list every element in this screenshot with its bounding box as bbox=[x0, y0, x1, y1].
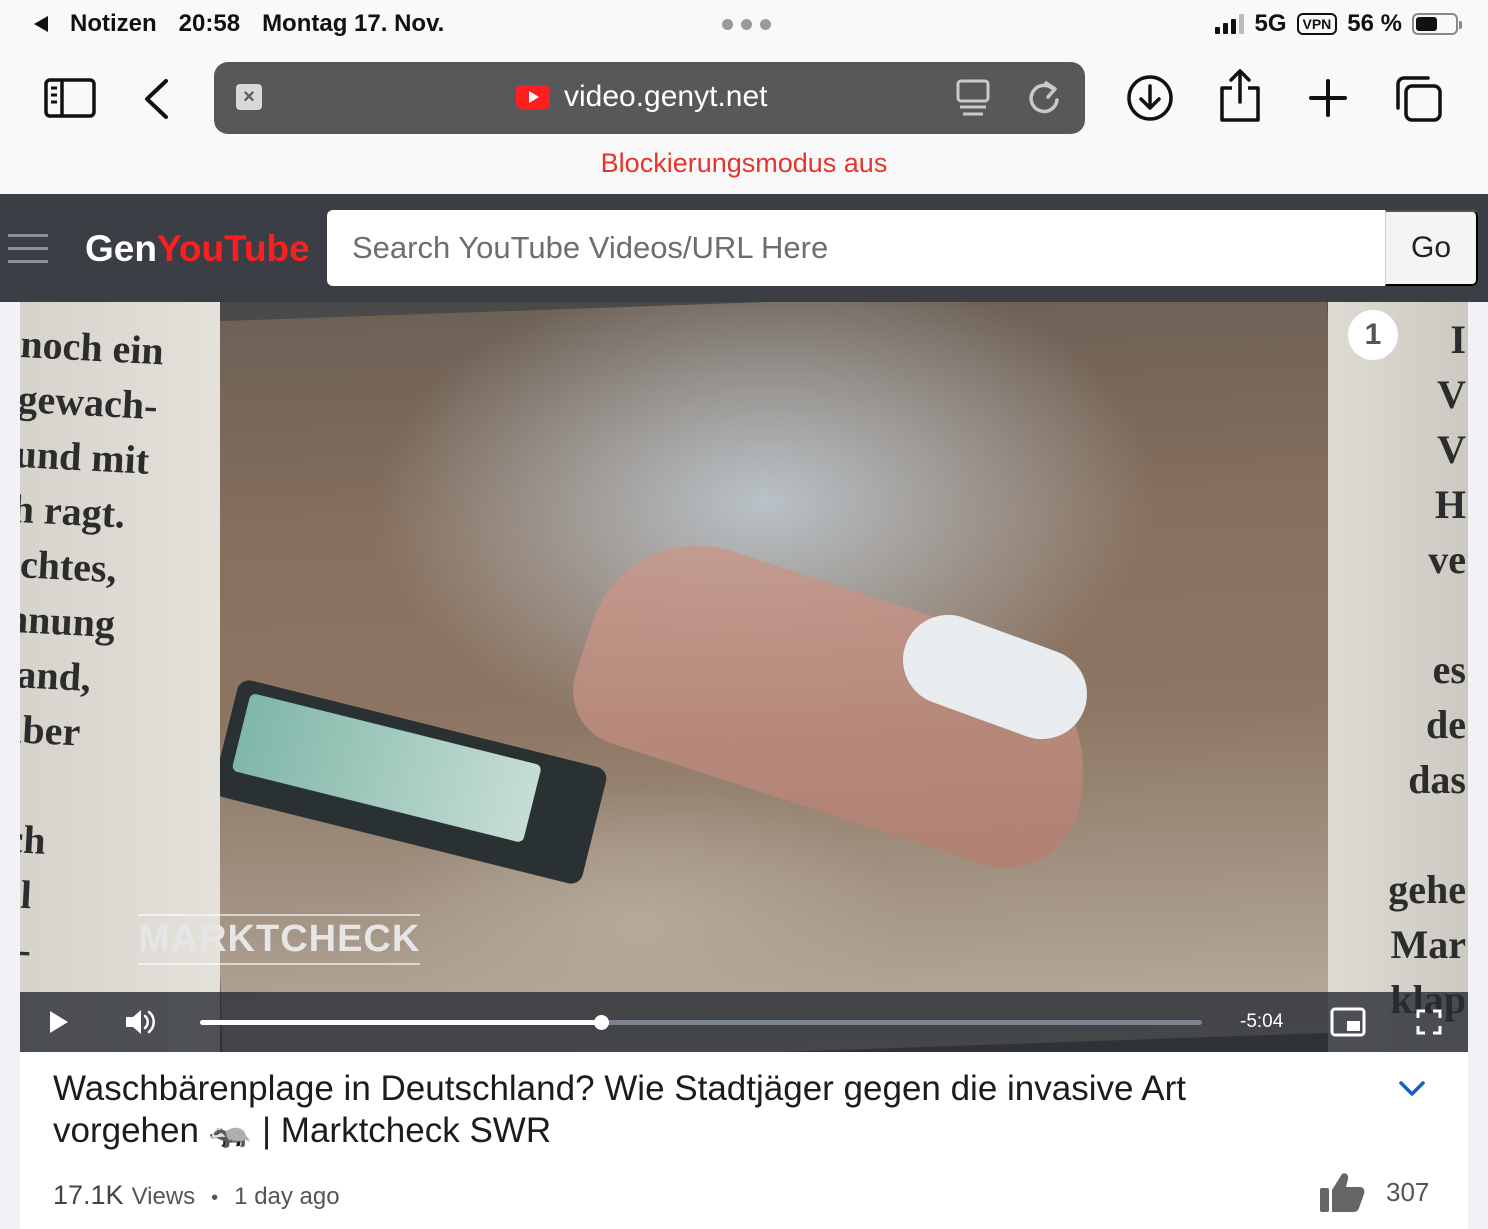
progress-played bbox=[200, 1020, 601, 1025]
book-text-line: ei- bbox=[20, 925, 33, 973]
book-text-line: V bbox=[1437, 427, 1466, 472]
like-button[interactable]: 307 bbox=[1318, 1170, 1429, 1214]
marktcheck-overlay: MARKTCHECK bbox=[138, 914, 421, 965]
blocking-mode-status[interactable]: Blockierungsmodus aus bbox=[0, 148, 1488, 179]
back-icon[interactable] bbox=[142, 78, 170, 120]
views-count: 17.1K bbox=[53, 1180, 124, 1210]
reload-icon[interactable] bbox=[1026, 78, 1062, 123]
multitasking-dots-icon[interactable] bbox=[722, 19, 771, 30]
book-text-line: nnung bbox=[20, 595, 117, 647]
picture-in-picture-icon[interactable] bbox=[1330, 1007, 1366, 1042]
volume-icon[interactable] bbox=[124, 1008, 156, 1041]
book-text-line: iel bbox=[20, 870, 33, 918]
browser-toolbar: × video.genyt.net Blockierungsmodus aus bbox=[0, 48, 1488, 194]
video-meta: 17.1K Views • 1 day ago bbox=[53, 1180, 340, 1211]
book-text-line: gewach- bbox=[20, 375, 159, 429]
site-favicon-icon bbox=[516, 85, 550, 109]
chevron-down-icon[interactable] bbox=[1398, 1080, 1426, 1103]
status-time: 20:58 bbox=[178, 10, 241, 37]
share-icon[interactable] bbox=[1218, 68, 1262, 124]
book-text-line: noch ein bbox=[20, 320, 165, 374]
like-count: 307 bbox=[1386, 1176, 1430, 1207]
status-date: Montag 17. Nov. bbox=[262, 10, 445, 37]
battery-icon bbox=[1412, 13, 1462, 35]
new-tab-plus-icon[interactable] bbox=[1308, 78, 1348, 118]
book-text-line bbox=[1388, 807, 1466, 862]
brand-gen: Gen bbox=[85, 228, 157, 269]
book-text-line: I bbox=[1450, 317, 1466, 362]
reader-icon[interactable] bbox=[956, 78, 990, 123]
video-player[interactable]: noch ein gewach-und mit h ragt. ichtes, nnun… bbox=[20, 302, 1468, 1052]
book-text-line: das bbox=[1408, 757, 1466, 802]
progress-slider[interactable] bbox=[200, 1015, 1202, 1030]
separator-dot: • bbox=[211, 1187, 219, 1209]
back-to-app-icon[interactable] bbox=[34, 16, 48, 32]
back-to-app-label[interactable]: Notizen bbox=[70, 10, 157, 38]
book-text-line: de bbox=[1426, 702, 1466, 747]
fullscreen-icon[interactable] bbox=[1416, 1009, 1442, 1040]
book-text-line: h ragt. bbox=[20, 485, 127, 537]
play-icon[interactable] bbox=[50, 1011, 68, 1033]
book-text-line: und mit bbox=[20, 430, 151, 483]
site-address[interactable]: video.genyt.net bbox=[516, 80, 767, 114]
book-text-line: ichtes, bbox=[20, 540, 118, 592]
menu-icon[interactable] bbox=[8, 234, 48, 273]
book-text-line bbox=[1388, 587, 1466, 642]
site-logo[interactable]: GenYouTube bbox=[85, 228, 310, 270]
search-input[interactable] bbox=[327, 210, 1384, 286]
book-text-line: ve bbox=[1428, 537, 1466, 582]
video-info: Waschbärenplage in Deutschland? Wie Stad… bbox=[20, 1052, 1468, 1229]
vpn-badge: VPN bbox=[1296, 13, 1338, 35]
close-tab-icon[interactable]: × bbox=[236, 84, 262, 110]
book-text-line: Mar bbox=[1390, 922, 1466, 967]
download-icon[interactable] bbox=[1126, 74, 1174, 122]
search-box: Go bbox=[327, 210, 1478, 286]
book-text-line: H bbox=[1434, 482, 1466, 527]
thumbs-up-icon bbox=[1320, 1173, 1365, 1212]
book-page-right: IVVHve esdedas geheMarklap bbox=[1328, 302, 1468, 1052]
sidebar-icon[interactable] bbox=[44, 78, 96, 118]
book-text-line: es bbox=[1432, 647, 1466, 692]
progress-thumb[interactable] bbox=[593, 1015, 609, 1030]
book-text-line: gehe bbox=[1388, 867, 1466, 912]
remaining-time: -5:04 bbox=[1240, 1011, 1284, 1032]
book-text-line: über bbox=[20, 705, 82, 755]
address-bar[interactable]: × video.genyt.net bbox=[214, 62, 1085, 134]
book-text-line: V bbox=[1437, 372, 1466, 417]
book-text-line: tand, bbox=[20, 650, 93, 701]
book-text-line: ich bbox=[20, 815, 47, 863]
video-title: Waschbärenplage in Deutschland? Wie Stad… bbox=[53, 1069, 1186, 1150]
cellular-signal-icon bbox=[1215, 14, 1245, 34]
tabs-overview-icon[interactable] bbox=[1394, 74, 1444, 124]
video-frame: noch ein gewach-und mit h ragt. ichtes, nnun… bbox=[20, 302, 1468, 1052]
status-bar: Notizen 20:58 Montag 17. Nov. 5G VPN 56 … bbox=[0, 0, 1488, 48]
brand-youtube: YouTube bbox=[156, 228, 310, 269]
book-text-right: IVVHve esdedas geheMarklap bbox=[1388, 312, 1466, 1027]
channel-watermark-icon: 1 bbox=[1348, 310, 1398, 360]
go-button[interactable]: Go bbox=[1385, 210, 1478, 286]
views-label: Views bbox=[131, 1183, 196, 1210]
video-controls: -5:04 bbox=[20, 992, 1468, 1052]
site-header: GenYouTube Go bbox=[0, 194, 1488, 302]
book-text-line bbox=[20, 755, 142, 817]
upload-age: 1 day ago bbox=[234, 1183, 340, 1210]
battery-percent: 56 % bbox=[1347, 10, 1402, 37]
network-type: 5G bbox=[1254, 10, 1287, 37]
url-text: video.genyt.net bbox=[564, 80, 768, 113]
